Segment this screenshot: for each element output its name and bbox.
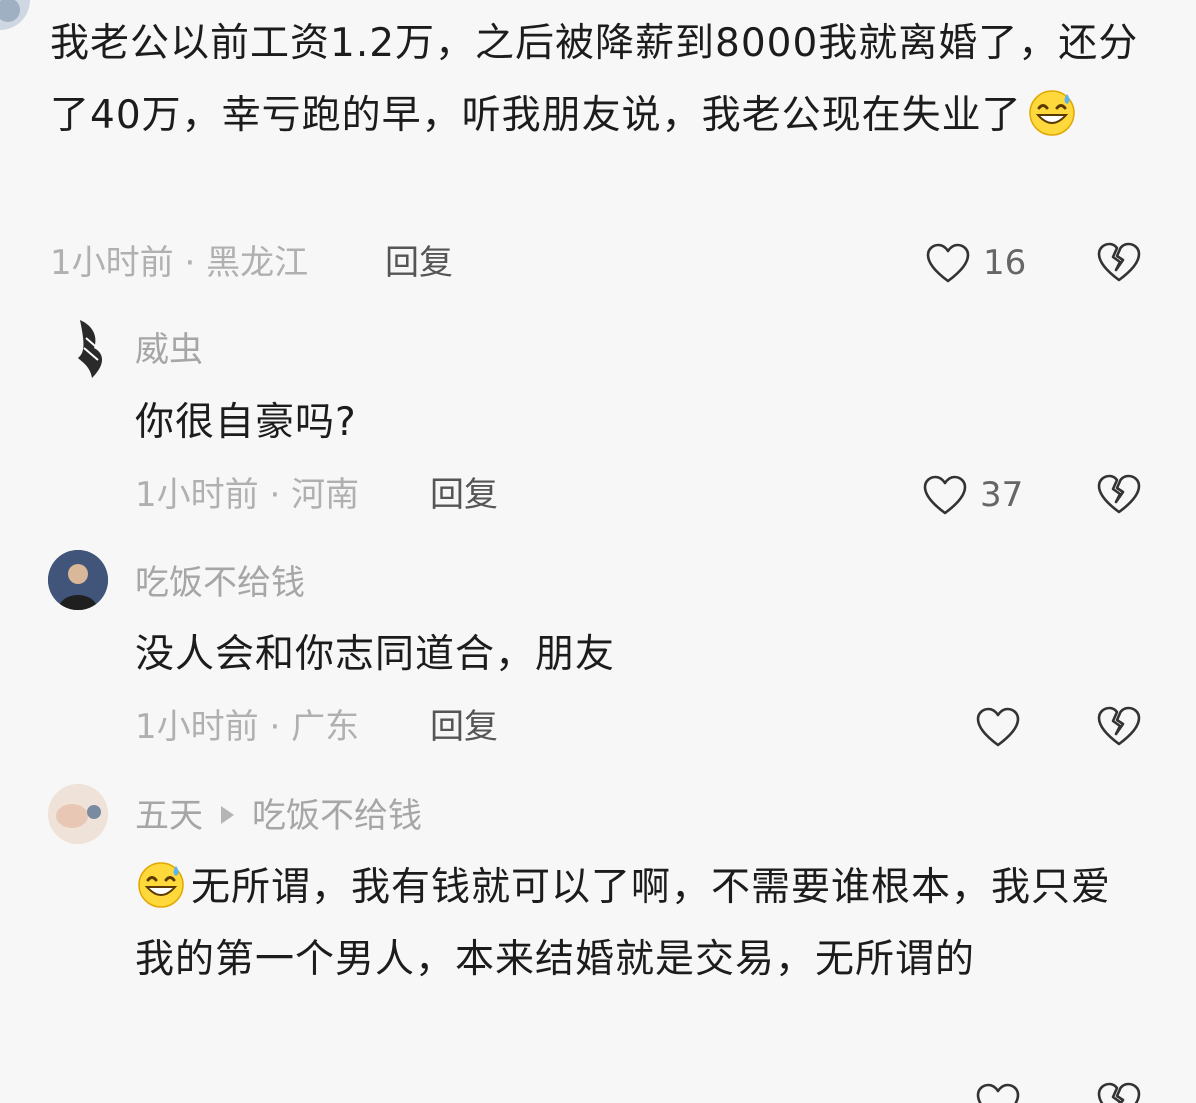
broken-heart-icon [1097,474,1141,514]
comment-text-body: 无所谓，我有钱就可以了啊，不需要谁根本，我只爱我的第一个男人，本来结婚就是交易，… [135,865,1112,982]
comment-time: 1小时前 [135,475,259,515]
like-button[interactable] [975,704,1033,750]
like-button[interactable]: 16 [925,240,1026,286]
username[interactable]: 吃饭不给钱 [135,563,305,603]
comment-thread: 我老公以前工资1.2万，之后被降薪到8000我就离婚了，还分了40万，幸亏跑的早… [0,0,1196,1103]
reply-target-username[interactable]: 吃饭不给钱 [252,796,422,836]
comment-text-body: 我老公以前工资1.2万，之后被降薪到8000我就离婚了，还分了40万，幸亏跑的早… [50,21,1139,138]
meta-separator: · [269,475,281,515]
comment-time: 1小时前 [50,243,174,283]
avatar[interactable] [0,0,30,30]
reply-header: 五天 吃饭不给钱 [135,796,422,836]
comment-meta: 1小时前 · 广东 [135,707,359,747]
avatar[interactable] [72,318,118,380]
username[interactable]: 五天 [135,796,203,836]
username[interactable]: 威虫 [135,330,203,370]
avatar[interactable] [48,784,108,844]
dislike-button[interactable] [1096,472,1142,516]
broken-heart-icon [1097,706,1141,746]
comment-text: 我老公以前工资1.2万，之后被降薪到8000我就离婚了，还分了40万，幸亏跑的早… [50,8,1140,152]
like-button[interactable]: 37 [922,472,1023,518]
like-count: 16 [983,243,1027,283]
comment-text: 没人会和你志同道合，朋友 [135,632,616,677]
grinning-sweat-emoji-icon [1026,86,1078,138]
dislike-button[interactable] [1096,704,1142,748]
reply-button[interactable]: 回复 [385,243,453,283]
broken-heart-icon [1097,1082,1141,1103]
reply-button[interactable]: 回复 [430,475,498,515]
dislike-button[interactable] [1096,1080,1142,1103]
comment-location: 河南 [291,475,360,515]
dislike-button[interactable] [1096,240,1142,284]
comment-location: 广东 [291,707,360,747]
comment-text: 你很自豪吗? [135,400,357,445]
comment-time: 1小时前 [135,707,259,747]
comment-meta: 1小时前 · 黑龙江 [50,243,308,283]
avatar[interactable] [48,550,108,610]
reply-arrow-icon [221,805,234,824]
heart-icon [923,475,967,515]
comment-meta: 1小时前 · 河南 [135,475,359,515]
comment-location: 黑龙江 [206,243,309,283]
meta-separator: · [184,243,196,283]
like-count: 37 [980,475,1024,515]
comment-text: 无所谓，我有钱就可以了啊，不需要谁根本，我只爱我的第一个男人，本来结婚就是交易，… [135,852,1135,996]
heart-icon [976,1083,1020,1103]
heart-icon [926,243,970,283]
broken-heart-icon [1097,242,1141,282]
heart-icon [976,707,1020,747]
reply-button[interactable]: 回复 [430,707,498,747]
meta-separator: · [269,707,281,747]
grinning-sweat-emoji-icon [135,858,187,910]
like-button[interactable] [975,1080,1021,1103]
